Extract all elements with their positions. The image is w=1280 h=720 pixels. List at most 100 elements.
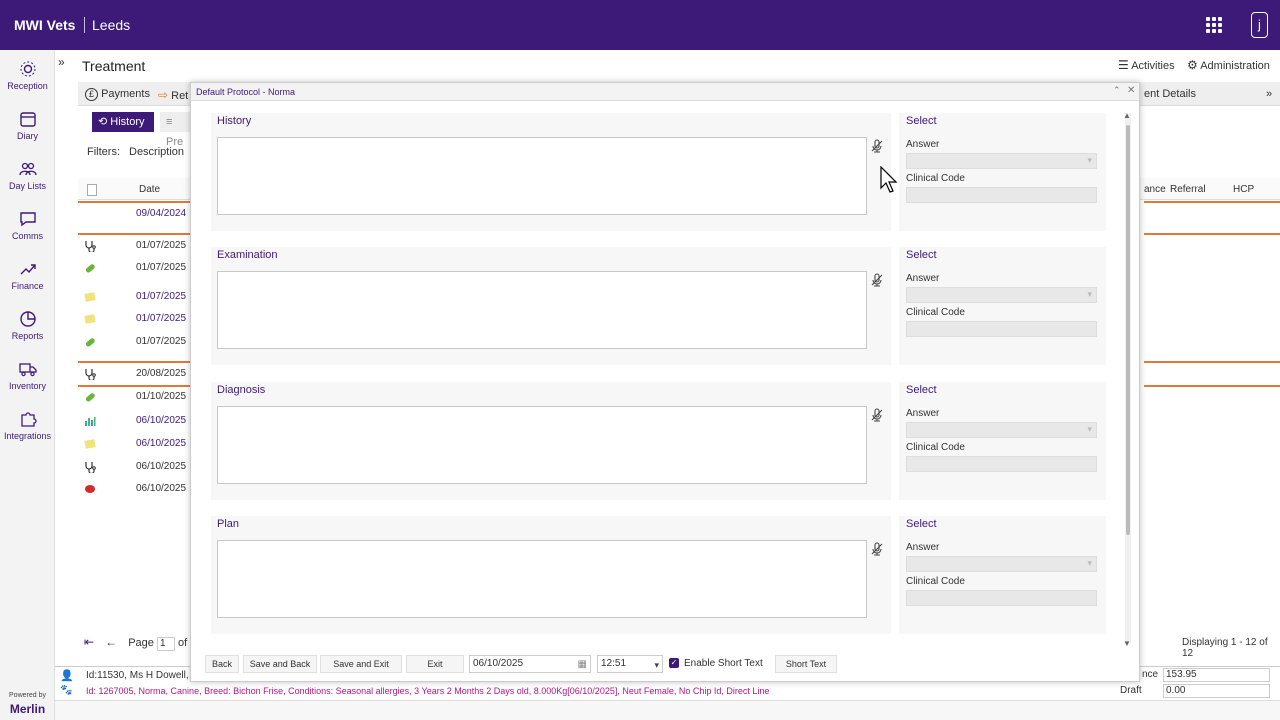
dialog-scroll-thumb[interactable] bbox=[1126, 125, 1130, 535]
row-date: 20/08/2025 bbox=[136, 368, 187, 379]
prescriptions-button[interactable]: ≡ Pre bbox=[160, 112, 192, 148]
time-field[interactable]: 12:51 ▾ bbox=[597, 655, 663, 673]
prev-page-icon[interactable]: ← bbox=[105, 635, 117, 649]
exit-button[interactable]: Exit bbox=[406, 655, 464, 673]
answer-label: Answer bbox=[906, 542, 940, 553]
chevron-down-icon[interactable]: ▾ bbox=[654, 657, 659, 673]
close-icon[interactable]: ✕ bbox=[1127, 85, 1135, 96]
administration-link[interactable]: ⚙ Administration bbox=[1187, 58, 1270, 72]
examination-label: Examination bbox=[217, 249, 278, 261]
red-icon bbox=[84, 483, 96, 495]
table-row[interactable]: 01/07/2025 bbox=[78, 308, 194, 330]
pie-chart-icon bbox=[19, 311, 36, 327]
sidebar-item-reception[interactable]: Reception bbox=[0, 60, 55, 91]
row-separator bbox=[78, 385, 194, 387]
table-row[interactable]: 01/07/2025 bbox=[78, 286, 194, 308]
calendar-icon[interactable]: ▦ bbox=[578, 657, 587, 673]
note-icon bbox=[84, 291, 96, 303]
table-row[interactable]: 01/10/2025 bbox=[78, 386, 194, 408]
sidebar-item-reports[interactable]: Reports bbox=[0, 310, 55, 341]
patient-info-bar: 🐾 Id: 1267005, Norma, Canine, Breed: Bic… bbox=[55, 684, 1280, 700]
mic-off-icon[interactable] bbox=[870, 139, 884, 153]
examination-textarea[interactable] bbox=[217, 271, 867, 349]
dialog-title: Default Protocol - Norma bbox=[196, 87, 296, 97]
tab-returns[interactable]: ⇨ Ret bbox=[158, 88, 188, 102]
sidebar-item-finance[interactable]: Finance bbox=[0, 260, 55, 291]
table-row[interactable]: 06/10/2025 bbox=[78, 478, 194, 500]
date-field[interactable]: 06/10/2025 ▦ bbox=[469, 655, 591, 673]
clinical-code-field[interactable] bbox=[906, 590, 1097, 606]
first-page-icon[interactable]: ⇤ bbox=[84, 635, 94, 649]
column-header-date[interactable]: Date bbox=[139, 184, 160, 195]
minimize-icon[interactable]: ⌃ bbox=[1113, 85, 1121, 96]
back-button[interactable]: Back bbox=[205, 655, 239, 673]
stethoscope-icon bbox=[84, 240, 96, 254]
trend-icon bbox=[20, 264, 36, 275]
activities-label: Activities bbox=[1131, 60, 1175, 72]
select-label: Select bbox=[906, 115, 937, 127]
sidebar-item-integrations[interactable]: Integrations bbox=[0, 410, 55, 441]
tabs-scroll-right-icon[interactable]: » bbox=[1266, 88, 1272, 100]
pill-icon bbox=[84, 336, 96, 348]
table-row[interactable]: 06/10/2025 bbox=[78, 433, 194, 455]
user-avatar[interactable]: j bbox=[1251, 12, 1268, 38]
tab-client-details[interactable]: ent Details bbox=[1144, 88, 1196, 100]
apps-grid-icon[interactable] bbox=[1206, 17, 1222, 33]
clinical-code-field[interactable] bbox=[906, 456, 1097, 472]
page-input[interactable]: 1 bbox=[156, 637, 175, 651]
short-text-button[interactable]: Short Text bbox=[775, 655, 837, 673]
sidebar-item-inventory[interactable]: Inventory bbox=[0, 360, 55, 391]
table-row[interactable]: 01/07/2025 bbox=[78, 235, 194, 257]
scroll-up-icon[interactable]: ▲ bbox=[1123, 111, 1131, 120]
sidebar-item-label: Finance bbox=[11, 281, 44, 291]
clinical-code-field[interactable] bbox=[906, 321, 1097, 337]
sidebar-item-day-lists[interactable]: Day Lists bbox=[0, 160, 55, 191]
plan-textarea[interactable] bbox=[217, 540, 867, 618]
save-and-exit-button[interactable]: Save and Exit bbox=[320, 655, 402, 673]
table-row[interactable]: 20/08/2025 bbox=[78, 363, 194, 385]
history-label: History bbox=[217, 115, 252, 127]
table-row[interactable]: 01/07/2025 bbox=[78, 331, 194, 353]
row-separator bbox=[78, 201, 194, 203]
scroll-down-icon[interactable]: ▼ bbox=[1123, 639, 1131, 648]
table-row[interactable]: 06/10/2025 bbox=[78, 410, 194, 432]
sidebar-item-comms[interactable]: Comms bbox=[0, 210, 55, 241]
client-icon: 👤 bbox=[60, 670, 74, 682]
brand-name[interactable]: MWI Vets bbox=[14, 17, 75, 33]
answer-dropdown[interactable]: ▾ bbox=[906, 153, 1097, 169]
enable-short-text-label[interactable]: Enable Short Text bbox=[684, 658, 763, 669]
column-header-balance[interactable]: ance bbox=[1144, 184, 1166, 195]
table-row[interactable]: 09/04/2024 bbox=[78, 203, 194, 225]
mic-off-icon[interactable] bbox=[870, 273, 884, 287]
filter-description[interactable]: Description bbox=[129, 146, 184, 158]
answer-dropdown[interactable]: ▾ bbox=[906, 422, 1097, 438]
mic-off-icon[interactable] bbox=[870, 408, 884, 422]
mic-off-icon[interactable] bbox=[870, 542, 884, 556]
clinical-code-field[interactable] bbox=[906, 187, 1097, 203]
patient-info[interactable]: Id: 1267005, Norma, Canine, Breed: Bicho… bbox=[86, 686, 769, 696]
save-and-back-button[interactable]: Save and Back bbox=[243, 655, 317, 673]
row-date: 06/10/2025 bbox=[136, 415, 187, 426]
answer-dropdown[interactable]: ▾ bbox=[906, 287, 1097, 303]
answer-dropdown[interactable]: ▾ bbox=[906, 556, 1097, 572]
client-info[interactable]: Id:11530, Ms H Dowell, 12 bbox=[86, 670, 203, 681]
tab-payments[interactable]: £ Payments bbox=[85, 88, 150, 101]
activities-link[interactable]: ☰ Activities bbox=[1118, 58, 1175, 72]
clinical-code-label: Clinical Code bbox=[906, 307, 965, 318]
enable-short-text-checkbox[interactable]: ✓ bbox=[669, 658, 679, 668]
column-header-hcp[interactable]: HCP bbox=[1233, 184, 1254, 195]
expand-sidebar-icon[interactable]: » bbox=[58, 55, 70, 69]
history-textarea[interactable] bbox=[217, 137, 867, 215]
sidebar-item-diary[interactable]: Diary bbox=[0, 110, 55, 141]
administration-label: Administration bbox=[1200, 60, 1270, 72]
table-row[interactable]: 06/10/2025 bbox=[78, 456, 194, 478]
chevron-down-icon: ▾ bbox=[1087, 289, 1092, 299]
time-value: 12:51 bbox=[601, 658, 627, 669]
column-header-referral[interactable]: Referral bbox=[1170, 184, 1206, 195]
history-select-panel: Select Answer ▾ Clinical Code bbox=[899, 113, 1106, 231]
table-row[interactable]: 01/07/2025 bbox=[78, 257, 194, 279]
diagnosis-textarea[interactable] bbox=[217, 406, 867, 484]
history-button[interactable]: ⟲ History bbox=[92, 112, 154, 132]
row-date: 01/07/2025 bbox=[136, 313, 187, 324]
sidebar-item-label: Reports bbox=[11, 331, 44, 341]
